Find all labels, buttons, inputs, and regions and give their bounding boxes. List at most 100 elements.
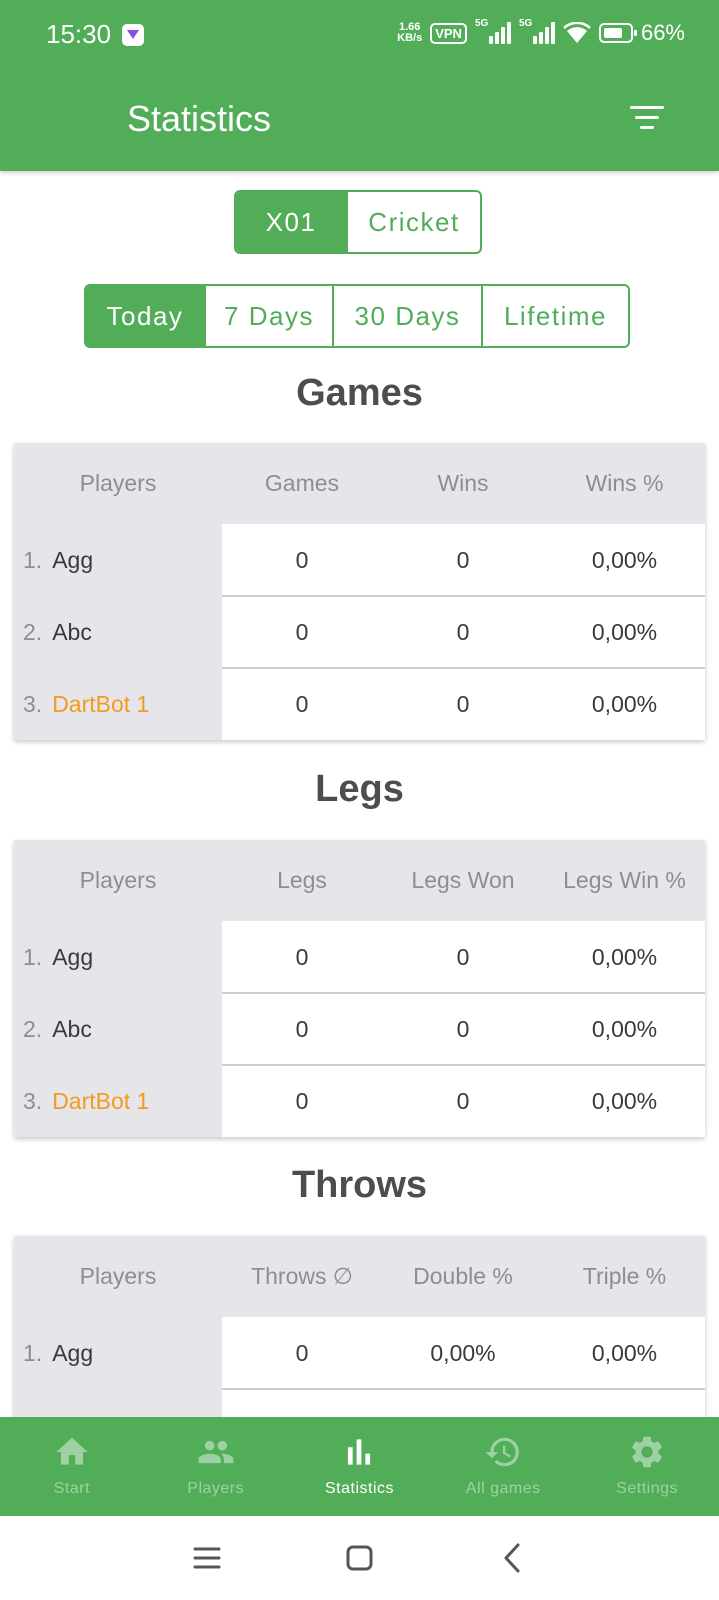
menu-icon[interactable] bbox=[193, 1538, 221, 1578]
player-name-bot: DartBot 1 bbox=[52, 690, 150, 717]
status-time: 15:30 bbox=[46, 19, 112, 49]
table-row: 2. Abc 0 0 0,00% bbox=[14, 595, 705, 668]
history-icon bbox=[485, 1437, 520, 1467]
battery-icon bbox=[598, 23, 637, 43]
value-cell: 0 bbox=[222, 921, 382, 993]
net-speed: 1.66 KB/s bbox=[397, 22, 422, 44]
value-cell: 0,00% bbox=[544, 921, 705, 993]
value-cell: 0 bbox=[382, 668, 544, 740]
bottom-navigation: Start Players Statistics All games Setti… bbox=[0, 1417, 719, 1516]
nav-start[interactable]: Start bbox=[0, 1417, 144, 1516]
signal-tag-2: 5G bbox=[518, 18, 533, 29]
page-title: Statistics bbox=[127, 98, 272, 139]
status-indicators: 1.66 KB/s VPN 5G 5G 66% bbox=[397, 18, 685, 46]
section-title-throws: Throws bbox=[291, 1164, 428, 1206]
header-wins: Wins bbox=[437, 470, 489, 496]
table-row: 1. Agg 0 0 0,00% bbox=[14, 524, 705, 596]
header-legs-win-percent: Legs Win % bbox=[563, 867, 686, 893]
value-cell: 0 bbox=[222, 993, 382, 1065]
home-icon bbox=[56, 1437, 88, 1465]
player-cell: 1. Agg bbox=[14, 1340, 222, 1367]
header-triple-percent: Triple % bbox=[582, 1263, 667, 1289]
table-row: 1. Agg 0 0 0,00% bbox=[14, 921, 705, 993]
value-cell: 0 bbox=[382, 921, 544, 993]
header-legs: Legs bbox=[277, 867, 327, 893]
players-icon bbox=[198, 1440, 234, 1464]
header-wins-percent: Wins % bbox=[585, 470, 664, 496]
home-square-icon[interactable] bbox=[345, 1538, 375, 1578]
tab-cricket[interactable]: Cricket bbox=[346, 192, 480, 252]
filter-icon-line bbox=[640, 126, 654, 129]
nav-label: All games bbox=[465, 1480, 541, 1497]
signal-tag: 5G bbox=[474, 18, 489, 29]
gear-icon bbox=[631, 1436, 662, 1468]
rank: 3. bbox=[23, 1087, 43, 1114]
table-header: Players Games Wins Wins % bbox=[14, 443, 705, 524]
value-cell: 0,00% bbox=[544, 668, 705, 740]
back-icon[interactable] bbox=[500, 1538, 524, 1578]
net-speed-unit: KB/s bbox=[397, 32, 423, 44]
value-cell: 0 bbox=[382, 993, 544, 1065]
player-name-bot: DartBot 1 bbox=[52, 1087, 150, 1114]
value-cell: 0,00% bbox=[544, 524, 705, 596]
nav-all-games[interactable]: All games bbox=[431, 1417, 575, 1516]
rank: 1. bbox=[23, 943, 43, 970]
header-players: Players bbox=[79, 1263, 157, 1289]
header-legs-won: Legs Won bbox=[411, 867, 515, 893]
filter-icon-line bbox=[635, 116, 659, 119]
header-double-percent: Double % bbox=[413, 1263, 513, 1289]
tab-today[interactable]: Today bbox=[86, 286, 204, 346]
tab-7-days[interactable]: 7 Days bbox=[204, 286, 332, 346]
value-cell: 0 bbox=[382, 596, 544, 668]
value-cell: 0 bbox=[222, 1317, 382, 1389]
value-cell: 0,00% bbox=[544, 1065, 705, 1137]
battery-percent: 66% bbox=[640, 20, 685, 45]
nav-label: Players bbox=[187, 1480, 245, 1497]
bar-chart-icon bbox=[348, 1439, 371, 1465]
tab-30-days[interactable]: 30 Days bbox=[332, 286, 481, 346]
rank: 3. bbox=[23, 690, 43, 717]
rank: 1. bbox=[23, 546, 43, 573]
player-cell: 1. Agg bbox=[14, 547, 222, 574]
table-header: Players Throws ∅ Double % Triple % bbox=[14, 1236, 705, 1317]
player-cell: 3. DartBot 1 bbox=[14, 691, 222, 718]
nav-label: Settings bbox=[616, 1480, 678, 1497]
wifi-icon bbox=[563, 22, 591, 43]
value-cell: 0 bbox=[222, 668, 382, 740]
player-name: Agg bbox=[52, 943, 94, 970]
player-cell: 1. Agg bbox=[14, 944, 222, 971]
app-bar: 15:30 1.66 KB/s VPN 5G 5G 66% Statistics bbox=[0, 0, 719, 171]
signal-icon-2: 5G bbox=[519, 18, 555, 44]
filter-icon bbox=[630, 106, 664, 109]
table-header: Players Legs Legs Won Legs Win % bbox=[14, 840, 705, 921]
filter-button[interactable] bbox=[630, 104, 668, 134]
notification-app-icon bbox=[122, 24, 144, 46]
rank: 2. bbox=[23, 1015, 43, 1042]
player-name: Abc bbox=[52, 618, 92, 645]
value-cell: 0,00% bbox=[544, 596, 705, 668]
value-cell: 0,00% bbox=[544, 993, 705, 1065]
player-cell: 2. Abc bbox=[14, 619, 222, 646]
nav-label: Statistics bbox=[324, 1480, 394, 1497]
period-toggle: Today 7 Days 30 Days Lifetime bbox=[84, 284, 630, 348]
table-row: 3. DartBot 1 0 0 0,00% bbox=[14, 1064, 705, 1137]
tab-lifetime[interactable]: Lifetime bbox=[481, 286, 628, 346]
value-cell: 0 bbox=[222, 1065, 382, 1137]
table-row: 2. Abc 0 0 0,00% bbox=[14, 992, 705, 1065]
system-navigation-bar bbox=[0, 1516, 719, 1600]
player-cell: 2. Abc bbox=[14, 1016, 222, 1043]
nav-statistics[interactable]: Statistics bbox=[288, 1417, 432, 1516]
signal-icon: 5G bbox=[475, 18, 511, 44]
tab-x01[interactable]: X01 bbox=[236, 192, 346, 252]
section-title-games: Games bbox=[296, 372, 423, 414]
value-cell: 0 bbox=[382, 524, 544, 596]
player-name: Agg bbox=[52, 546, 94, 573]
game-type-toggle: X01 Cricket bbox=[234, 190, 482, 254]
table-row: 1. Agg 0 0,00% 0,00% bbox=[14, 1317, 705, 1389]
nav-players[interactable]: Players bbox=[144, 1417, 288, 1516]
value-cell: 0 bbox=[222, 596, 382, 668]
header-throws-avg: Throws ∅ bbox=[251, 1263, 353, 1289]
nav-settings[interactable]: Settings bbox=[575, 1417, 719, 1516]
value-cell: 0,00% bbox=[382, 1317, 544, 1389]
header-players: Players bbox=[79, 867, 157, 893]
